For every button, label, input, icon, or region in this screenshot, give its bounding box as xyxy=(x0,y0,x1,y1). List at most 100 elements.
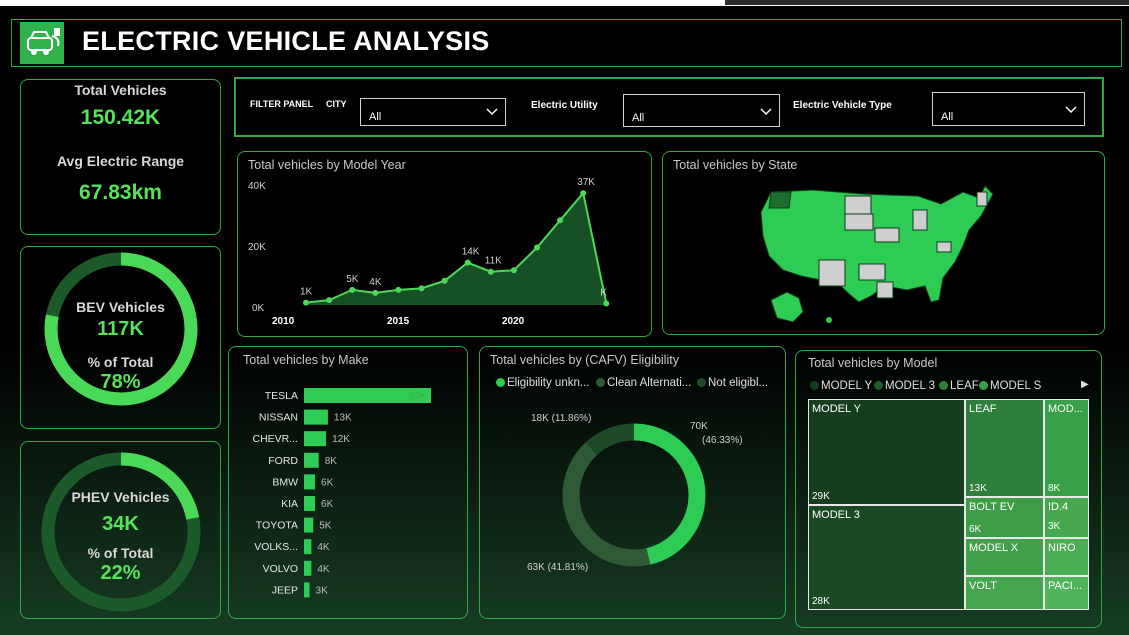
treemap-legend-item[interactable]: MODEL 3 xyxy=(874,380,935,392)
data-point xyxy=(534,244,540,251)
filter-panel-label: FILTER PANEL xyxy=(250,99,314,109)
treemap-tile[interactable]: MOD... 8K xyxy=(1044,399,1089,497)
bar xyxy=(304,582,310,598)
legend-dot-icon xyxy=(979,381,988,390)
model-treemap-title: Total vehicles by Model xyxy=(808,356,938,370)
data-point xyxy=(510,267,517,274)
state-map-card: Total vehicles by State xyxy=(662,151,1105,335)
bar xyxy=(304,431,327,447)
chevron-down-icon xyxy=(760,108,772,116)
treemap-legend-item[interactable]: LEAF xyxy=(939,380,979,392)
data-point xyxy=(464,259,471,266)
bar-category-label: KIA xyxy=(281,498,298,510)
state-gray xyxy=(844,195,872,215)
bar-value-label: 4K xyxy=(317,542,330,553)
city-dropdown[interactable]: All xyxy=(360,98,506,126)
bar xyxy=(304,560,312,576)
treemap-tile[interactable]: MODEL Y 29K xyxy=(808,399,965,505)
bev-value: 117K xyxy=(97,318,144,340)
bev-pct-label: % of Total xyxy=(87,354,154,370)
ev-type-dropdown[interactable]: All xyxy=(932,92,1085,126)
data-point xyxy=(441,277,448,284)
treemap-legend-item[interactable]: MODEL S xyxy=(979,380,1041,392)
phev-pct-value: 22% xyxy=(100,562,141,584)
bar-category-label: FORD xyxy=(268,455,298,467)
bar xyxy=(304,452,319,468)
state-alaska xyxy=(770,291,804,323)
treemap-tile[interactable]: NIRO xyxy=(1044,538,1089,576)
total-vehicles-label: Total Vehicles xyxy=(74,82,167,98)
state-gray xyxy=(976,191,988,207)
data-point xyxy=(349,286,356,293)
total-vehicles-value: 150.42K xyxy=(80,106,161,129)
data-point xyxy=(395,286,402,293)
chevron-down-icon xyxy=(486,108,498,116)
x-tick: 2010 xyxy=(272,316,295,327)
data-label: 4K xyxy=(369,277,382,288)
city-filter-label: CITY xyxy=(326,99,347,109)
state-gray xyxy=(876,281,894,299)
data-point xyxy=(487,268,494,275)
dashboard-header: ELECTRIC VEHICLE ANALYSIS xyxy=(11,19,1122,67)
data-point xyxy=(326,297,333,304)
bev-label: BEV Vehicles xyxy=(76,299,165,315)
state-gray xyxy=(936,241,952,253)
city-dropdown-value: All xyxy=(369,111,382,123)
data-point xyxy=(580,190,587,197)
utility-dropdown[interactable]: All xyxy=(623,94,780,127)
ev-car-logo-icon xyxy=(20,22,64,64)
treemap-legend-item[interactable]: MODEL Y xyxy=(810,380,872,392)
state-gray xyxy=(874,227,900,243)
bar xyxy=(304,496,316,511)
bar-category-label: JEEP xyxy=(272,584,298,596)
data-label: K xyxy=(600,287,607,298)
bar-value-label: 8K xyxy=(325,456,338,467)
phev-pct-label: % of Total xyxy=(87,545,154,561)
chevron-down-icon xyxy=(1065,106,1077,114)
y-tick: 40K xyxy=(248,181,266,192)
legend-dot-icon xyxy=(810,381,819,390)
avg-range-value: 67.83km xyxy=(79,181,162,204)
state-washington xyxy=(768,191,792,209)
bar-value-label: 6K xyxy=(321,477,334,488)
treemap-tile[interactable]: MODEL 3 28K xyxy=(808,505,965,610)
state-gray xyxy=(912,209,928,231)
data-label: 5K xyxy=(346,274,359,285)
bar-category-label: NISSAN xyxy=(259,412,298,424)
treemap-tile[interactable]: LEAF 13K xyxy=(965,399,1044,497)
data-point xyxy=(603,300,610,307)
treemap-tile[interactable]: PACI... xyxy=(1044,576,1089,610)
us-state-map[interactable] xyxy=(663,152,1104,334)
utility-filter-label: Electric Utility xyxy=(531,100,598,111)
data-label: 37K xyxy=(577,177,595,188)
bar-value-label: 4K xyxy=(317,564,330,575)
treemap-tile[interactable]: VOLT xyxy=(965,576,1044,610)
cafv-label-a-value: 70K xyxy=(690,421,708,432)
legend-dot-icon xyxy=(939,381,948,390)
utility-dropdown-value: All xyxy=(632,112,645,124)
bar-category-label: VOLVO xyxy=(263,563,298,575)
bar-value-label: 12K xyxy=(332,434,350,445)
phev-card: PHEV Vehicles 34K % of Total 22% xyxy=(20,441,221,619)
ev-type-dropdown-value: All xyxy=(941,111,954,123)
phev-value: 34K xyxy=(102,513,139,535)
treemap-tile[interactable]: MODEL X xyxy=(965,538,1044,576)
treemap-tile[interactable]: BOLT EV 6K xyxy=(965,497,1044,538)
bar-value-label: 6K xyxy=(321,499,334,510)
data-label: 11K xyxy=(485,256,502,267)
model-year-chart-card: Total vehicles by Model Year 40K 20K 0K … xyxy=(237,151,652,337)
bar-category-label: TESLA xyxy=(265,390,298,402)
treemap-tile[interactable]: ID.4 3K xyxy=(1044,497,1089,538)
bar xyxy=(304,474,316,490)
model-year-area-chart: 40K 20K 0K 2010 2015 2020 1K 5K 4K 14K 11K 37… xyxy=(248,177,610,327)
legend-dot-icon xyxy=(874,381,883,390)
bar-value-label: 3K xyxy=(316,585,329,596)
bar xyxy=(304,409,328,425)
cafv-label-b: 63K (41.81%) xyxy=(527,562,588,573)
phev-label: PHEV Vehicles xyxy=(71,489,170,505)
bar-category-label: BMW xyxy=(272,476,298,488)
ev-type-filter-label: Electric Vehicle Type xyxy=(793,100,892,111)
legend-next-arrow-icon[interactable]: ▶ xyxy=(1081,379,1089,390)
bar-value-label: 5K xyxy=(319,521,332,532)
bar-category-label: TOYOTA xyxy=(256,520,298,532)
